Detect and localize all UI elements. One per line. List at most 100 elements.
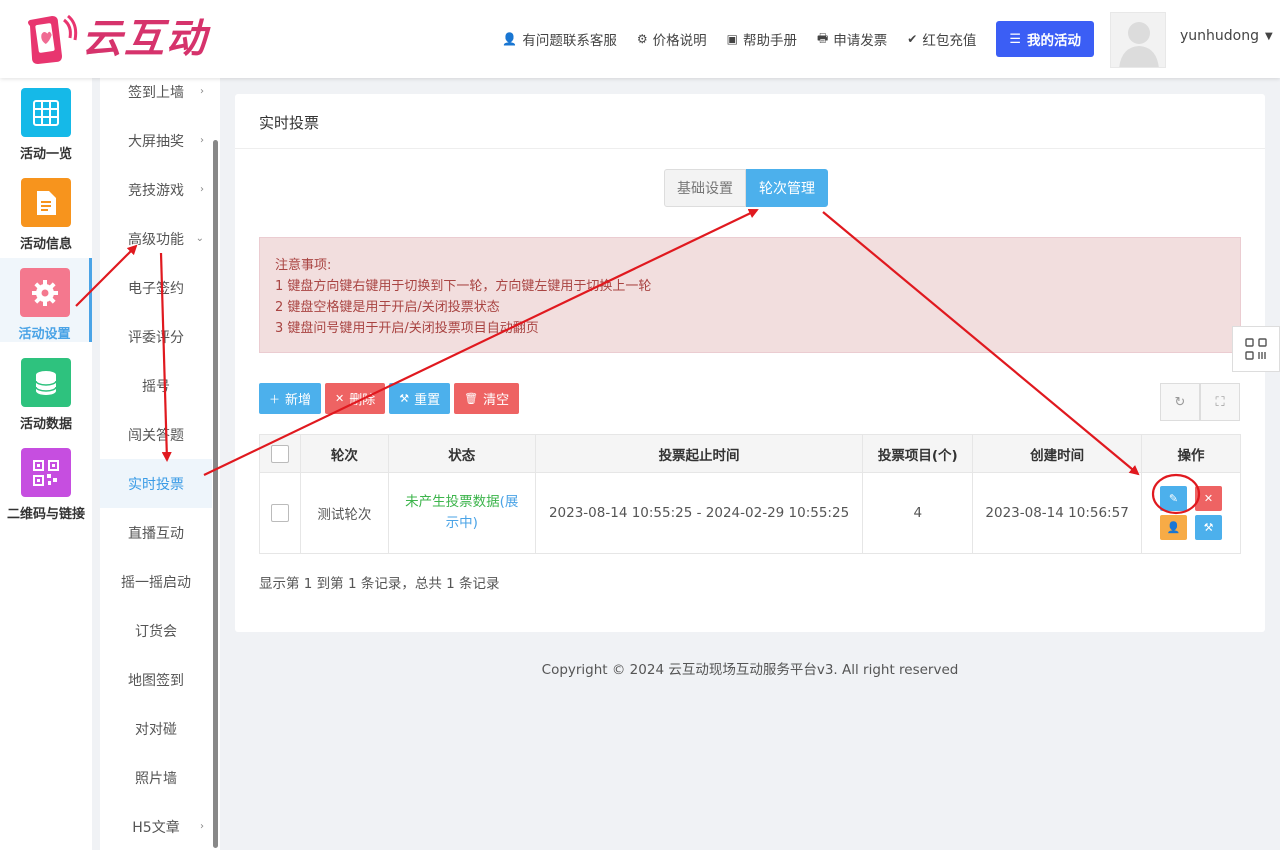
clear-button[interactable]: 🗑 清空 [454, 383, 520, 414]
clear-label: 清空 [483, 393, 510, 408]
user-menu[interactable]: yunhudong ▼ [1180, 28, 1273, 44]
submenu-item-e-sign[interactable]: 电子签约 [100, 263, 212, 312]
submenu-item-quiz[interactable]: 闯关答题 [100, 410, 212, 459]
gear-badge-icon: ⚙ [636, 32, 648, 46]
submenu-label: 地图签到 [128, 672, 184, 689]
footer-copyright: Copyright © 2024 云互动现场互动服务平台v3. All righ… [541, 662, 959, 678]
book-icon: ▣ [726, 32, 738, 46]
round-name: 测试轮次 [299, 472, 389, 554]
table-tools: ↻ ⛶ [1160, 383, 1240, 421]
submenu-item-judge-scoring[interactable]: 评委评分 [100, 312, 212, 361]
shield-check-icon: ✔ [907, 32, 918, 46]
select-all-checkbox[interactable] [270, 444, 289, 463]
actions-cell: ✎ ✕ 👤 ⚒ [1141, 472, 1241, 554]
row-checkbox[interactable] [270, 504, 289, 522]
sidebar-item-activity-info[interactable]: 活动信息 [0, 168, 92, 252]
submenu-label: 照片墙 [135, 770, 177, 787]
grid-icon [21, 88, 71, 137]
sidebar-item-activity-overview[interactable]: 活动一览 [0, 78, 92, 162]
submenu-label: 评委评分 [128, 329, 184, 346]
submenu-item-games[interactable]: 竞技游戏 › [100, 165, 212, 214]
sidebar-item-qrcode-links[interactable]: 二维码与链接 [0, 438, 92, 522]
chevron-down-icon: ⌄ [195, 233, 204, 244]
voters-button[interactable]: 👤 [1160, 515, 1187, 540]
phone-logo-icon [28, 14, 78, 64]
column-header[interactable]: 投票项目(个) [862, 434, 974, 473]
brand-logo[interactable]: 云互动 [18, 10, 228, 68]
add-button[interactable]: ＋ 新增 [259, 383, 322, 414]
pencil-icon: ✎ [1168, 492, 1179, 505]
nav-label: 价格说明 [652, 33, 707, 49]
submenu-item-map-checkin[interactable]: 地图签到 [100, 655, 212, 704]
gavel-icon: ⚒ [399, 392, 410, 405]
sidebar-item-label: 活动数据 [19, 417, 72, 432]
submenu-item-order-fair[interactable]: 订货会 [100, 606, 212, 655]
column-header[interactable]: 状态 [387, 434, 536, 473]
notice-line: 3 键盘问号键用于开启/关闭投票项目自动翻页 [275, 321, 539, 336]
column-header[interactable]: 投票起止时间 [534, 434, 864, 473]
close-icon: ✕ [1203, 492, 1214, 505]
submenu-label: H5文章 [132, 819, 180, 836]
vote-time-range: 2023-08-14 10:55:25 - 2024-02-29 10:55:2… [534, 472, 864, 554]
trash-icon: 🗑 [464, 392, 479, 405]
reset-button[interactable]: ⚒ 重置 [389, 383, 451, 414]
gavel-icon: ⚒ [1203, 521, 1214, 534]
submenu-item-checkin-wall[interactable]: 签到上墙 › [100, 78, 212, 116]
refresh-button[interactable]: ↻ [1160, 383, 1200, 421]
my-activity-label: 我的活动 [1027, 33, 1081, 49]
delete-button[interactable]: ✕ 删除 [325, 383, 386, 414]
sidebar-item-activity-settings[interactable]: 活动设置 [0, 258, 92, 342]
column-header[interactable]: 轮次 [299, 434, 389, 473]
fullscreen-button[interactable]: ⛶ [1200, 383, 1240, 421]
recharge-link[interactable]: ✔ 红包充值 [907, 29, 976, 49]
submenu-item-shake-launch[interactable]: 摇一摇启动 [100, 557, 212, 606]
select-all-cell [259, 434, 301, 473]
submenu-label: 摇号 [142, 378, 170, 395]
reset-label: 重置 [414, 393, 441, 408]
qrcode-icon [21, 448, 71, 497]
floating-qrcode-button[interactable] [1232, 326, 1280, 372]
submenu-item-number-draw[interactable]: 摇号 [100, 361, 212, 410]
status-text: 未产生投票数据 [405, 494, 500, 510]
vote-item-count: 4 [862, 472, 974, 554]
submenu-item-live-voting[interactable]: 实时投票 [100, 459, 212, 508]
notice-heading: 注意事项: [275, 258, 332, 273]
submenu-label: 订货会 [135, 623, 177, 640]
submenu-item-photo-wall[interactable]: 照片墙 [100, 753, 212, 802]
my-activity-button[interactable]: ☰ 我的活动 [996, 21, 1094, 57]
table-row: 测试轮次 未产生投票数据(展示中) 2023-08-14 10:55:25 - … [259, 472, 1241, 554]
edit-button[interactable]: ✎ [1160, 486, 1187, 511]
username: yunhudong [1180, 28, 1259, 44]
reset-row-button[interactable]: ⚒ [1195, 515, 1222, 540]
tab-round-management[interactable]: 轮次管理 [746, 169, 828, 207]
help-manual-link[interactable]: ▣ 帮助手册 [727, 29, 797, 49]
submenu-item-live-interaction[interactable]: 直播互动 [100, 508, 212, 557]
nav-label: 帮助手册 [742, 33, 797, 49]
icon-sidebar: 活动一览 活动信息 活动设置 活动数据 二维码与链接 [0, 78, 92, 850]
invoice-link[interactable]: 🖶 申请发票 [817, 29, 887, 50]
submenu-item-h5-article[interactable]: H5文章 › [100, 802, 212, 850]
submenu-label: 直播互动 [128, 525, 184, 542]
submenu-item-match-pair[interactable]: 对对碰 [100, 704, 212, 753]
submenu-item-advanced[interactable]: 高级功能 ⌄ [100, 214, 212, 263]
table-header-row: 轮次 状态 投票起止时间 投票项目(个) 创建时间 操作 [259, 434, 1241, 473]
submenu-label: 竞技游戏 [128, 182, 184, 199]
sidebar-item-activity-data[interactable]: 活动数据 [0, 348, 92, 432]
submenu-label: 高级功能 [128, 231, 184, 248]
column-header[interactable]: 创建时间 [972, 434, 1143, 473]
pricing-link[interactable]: ⚙ 价格说明 [637, 29, 707, 49]
submenu-scrollbar[interactable] [213, 140, 218, 848]
delete-label: 删除 [349, 393, 376, 408]
qrcode-icon [1245, 338, 1267, 360]
refresh-icon: ↻ [1174, 394, 1186, 410]
delete-row-button[interactable]: ✕ [1195, 486, 1222, 511]
gear-icon [19, 268, 70, 317]
nav-label: 有问题联系客服 [522, 33, 617, 49]
submenu-item-lottery[interactable]: 大屏抽奖 › [100, 116, 212, 165]
sub-menu: 签到上墙 › 大屏抽奖 › 竞技游戏 › 高级功能 ⌄ 电子签约 评委评分 摇号 闯关答… [100, 78, 220, 850]
tab-basic-settings[interactable]: 基础设置 [664, 169, 746, 207]
avatar[interactable] [1110, 12, 1166, 68]
top-nav: 👤 有问题联系客服 ⚙ 价格说明 ▣ 帮助手册 🖶 申请发票 ✔ 红包充值 ☰ … [482, 20, 1094, 58]
printer-icon: 🖶 [816, 30, 829, 45]
contact-support-link[interactable]: 👤 有问题联系客服 [502, 29, 616, 49]
